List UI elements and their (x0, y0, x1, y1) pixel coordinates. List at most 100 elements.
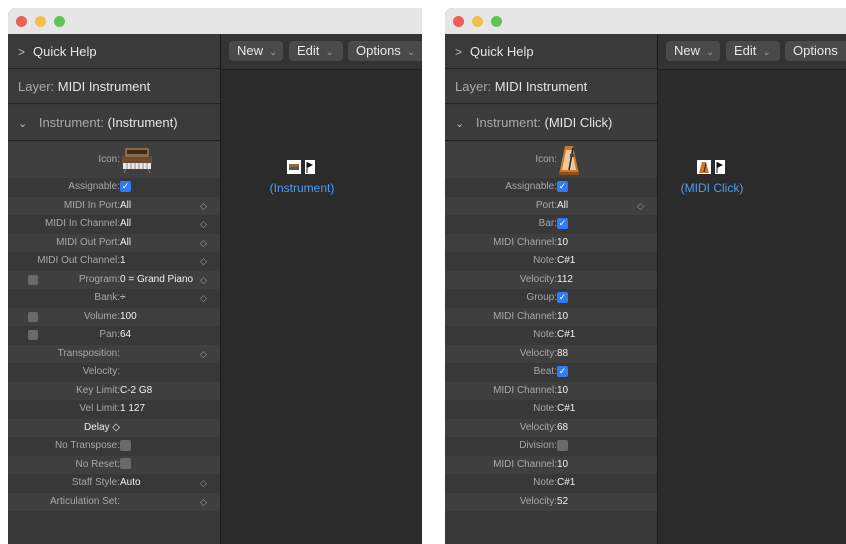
param-row-note[interactable]: Note: C#1 (445, 474, 657, 493)
up-down-stepper-icon[interactable]: ◇ (200, 252, 207, 271)
param-row-velocity[interactable]: Velocity: 52 (445, 492, 657, 512)
quick-help-header[interactable]: > Quick Help (8, 34, 220, 69)
param-value[interactable]: C#1 (557, 474, 575, 493)
param-row-pan[interactable]: Pan: 64 (8, 326, 220, 345)
param-value[interactable]: 10 (557, 234, 568, 253)
edit-menu-button[interactable]: Edit ⌄ (726, 41, 780, 61)
param-row-midi-channel[interactable]: MIDI Channel: 10 (445, 381, 657, 401)
param-value[interactable]: 100 (120, 308, 137, 327)
enable-checkbox[interactable] (28, 274, 38, 285)
enable-checkbox[interactable] (28, 330, 38, 340)
param-row-note[interactable]: Note: C#1 (445, 326, 657, 345)
param-value[interactable]: C-2 G8 (120, 382, 152, 401)
param-row-midi-channel[interactable]: MIDI Channel: 10 (445, 233, 657, 253)
param-row-vel-limit[interactable]: Vel Limit: 1 127 (8, 400, 220, 419)
param-value[interactable]: C#1 (557, 252, 575, 271)
param-row-bank[interactable]: Bank: ÷ ◇ (8, 289, 220, 308)
up-down-stepper-icon[interactable]: ◇ (200, 345, 207, 364)
param-value[interactable]: 88 (557, 345, 568, 364)
param-row-key-limit[interactable]: Key Limit: C-2 G8 (8, 381, 220, 401)
param-value[interactable]: 1 (120, 252, 126, 271)
environment-canvas[interactable]: New ⌄ Edit ⌄ Options ⌄ (Instrument) (221, 34, 422, 544)
object-header[interactable]: ⌄ Instrument: (MIDI Click) (445, 105, 657, 141)
param-value[interactable]: All (120, 197, 131, 216)
enable-checkbox[interactable] (28, 311, 38, 322)
param-checkbox[interactable]: ✓ (557, 215, 568, 234)
up-down-stepper-icon[interactable]: ◇ (637, 197, 644, 216)
param-value[interactable]: 52 (557, 493, 568, 512)
up-down-stepper-icon[interactable]: ◇ (200, 474, 207, 493)
param-row-assignable[interactable]: Assignable: ✓ (8, 178, 220, 197)
new-menu-button[interactable]: New ⌄ (229, 41, 283, 61)
param-row-bar[interactable]: Bar: ✓ (445, 215, 657, 234)
param-value[interactable]: 112 (557, 271, 573, 290)
param-row-division[interactable]: Division: (445, 437, 657, 456)
param-checkbox[interactable]: ✓ (557, 178, 568, 197)
param-row-transposition[interactable]: Transposition: ◇ (8, 344, 220, 364)
param-row-midi-out-channel[interactable]: MIDI Out Channel: 1 ◇ (8, 252, 220, 271)
up-down-stepper-icon[interactable]: ◇ (200, 493, 207, 512)
midi-click-object[interactable]: (MIDI Click) (672, 160, 752, 195)
quick-help-header[interactable]: > Quick Help (445, 34, 657, 69)
param-row-midi-in-port[interactable]: MIDI In Port: All ◇ (8, 196, 220, 216)
up-down-stepper-icon[interactable]: ◇ (200, 234, 207, 253)
param-checkbox[interactable]: ✓ (557, 363, 568, 382)
up-down-stepper-icon[interactable]: ◇ (200, 215, 207, 234)
edit-menu-button[interactable]: Edit ⌄ (289, 41, 343, 61)
param-row-staff-style[interactable]: Staff Style: Auto ◇ (8, 474, 220, 493)
up-down-stepper-icon[interactable]: ◇ (200, 289, 207, 308)
param-row-port[interactable]: Port: All ◇ (445, 196, 657, 216)
new-menu-button[interactable]: New ⌄ (666, 41, 720, 61)
param-checkbox[interactable] (120, 437, 131, 456)
param-value[interactable]: C#1 (557, 400, 575, 419)
param-row-group[interactable]: Group: ✓ (445, 289, 657, 308)
param-row-note[interactable]: Note: C#1 (445, 252, 657, 271)
param-checkbox[interactable] (120, 456, 131, 475)
instrument-object[interactable]: (Instrument) (257, 160, 347, 195)
param-row-assignable[interactable]: Assignable: ✓ (445, 178, 657, 197)
param-row-articulation-set[interactable]: Articulation Set: ◇ (8, 492, 220, 512)
param-row-delay[interactable]: Delay ◇ (8, 418, 220, 437)
zoom-button[interactable] (491, 16, 502, 27)
param-row-midi-out-port[interactable]: MIDI Out Port: All ◇ (8, 233, 220, 253)
param-row-velocity[interactable]: Velocity: 112 (445, 270, 657, 290)
param-value[interactable]: All (120, 234, 131, 253)
param-value[interactable]: C#1 (557, 326, 575, 345)
param-row-velocity[interactable]: Velocity: 68 (445, 418, 657, 438)
close-button[interactable] (16, 16, 27, 27)
param-checkbox[interactable] (557, 437, 568, 456)
param-checkbox[interactable]: ✓ (557, 289, 568, 308)
param-value[interactable]: 10 (557, 456, 568, 475)
param-value[interactable]: All (120, 215, 131, 234)
object-header[interactable]: ⌄ Instrument: (Instrument) (8, 105, 220, 141)
options-menu-button[interactable]: Options⌄ (348, 41, 422, 61)
param-row-velocity[interactable]: Velocity: (8, 363, 220, 382)
param-value[interactable]: 10 (557, 308, 568, 327)
param-value[interactable]: 0 = Grand Piano (120, 271, 193, 290)
param-row-midi-channel[interactable]: MIDI Channel: 10 (445, 455, 657, 475)
param-row-note[interactable]: Note: C#1 (445, 400, 657, 419)
param-row-beat[interactable]: Beat: ✓ (445, 363, 657, 382)
param-row-midi-channel[interactable]: MIDI Channel: 10 (445, 307, 657, 327)
environment-canvas[interactable]: New ⌄ Edit ⌄ Options⌄ (MIDI Click) (658, 34, 846, 544)
param-row-volume[interactable]: Volume: 100 (8, 307, 220, 327)
param-row-program[interactable]: Program: 0 = Grand Piano ◇ (8, 270, 220, 290)
param-value[interactable]: 68 (557, 419, 568, 438)
param-value[interactable]: 10 (557, 382, 568, 401)
param-checkbox[interactable]: ✓ (120, 178, 131, 197)
param-row-midi-in-channel[interactable]: MIDI In Channel: All ◇ (8, 215, 220, 234)
param-row-velocity[interactable]: Velocity: 88 (445, 344, 657, 364)
param-value[interactable]: ÷ (120, 289, 126, 308)
up-down-stepper-icon[interactable]: ◇ (200, 271, 207, 290)
param-value[interactable]: Auto (120, 474, 141, 493)
close-button[interactable] (453, 16, 464, 27)
minimize-button[interactable] (35, 16, 46, 27)
minimize-button[interactable] (472, 16, 483, 27)
zoom-button[interactable] (54, 16, 65, 27)
up-down-stepper-icon[interactable]: ◇ (200, 197, 207, 216)
param-value[interactable]: 1 127 (120, 400, 145, 419)
options-menu-button[interactable]: Options⌄ (785, 41, 846, 61)
param-value[interactable]: All (557, 197, 568, 216)
param-row-no-transpose[interactable]: No Transpose: (8, 437, 220, 456)
param-value[interactable]: 64 (120, 326, 131, 345)
